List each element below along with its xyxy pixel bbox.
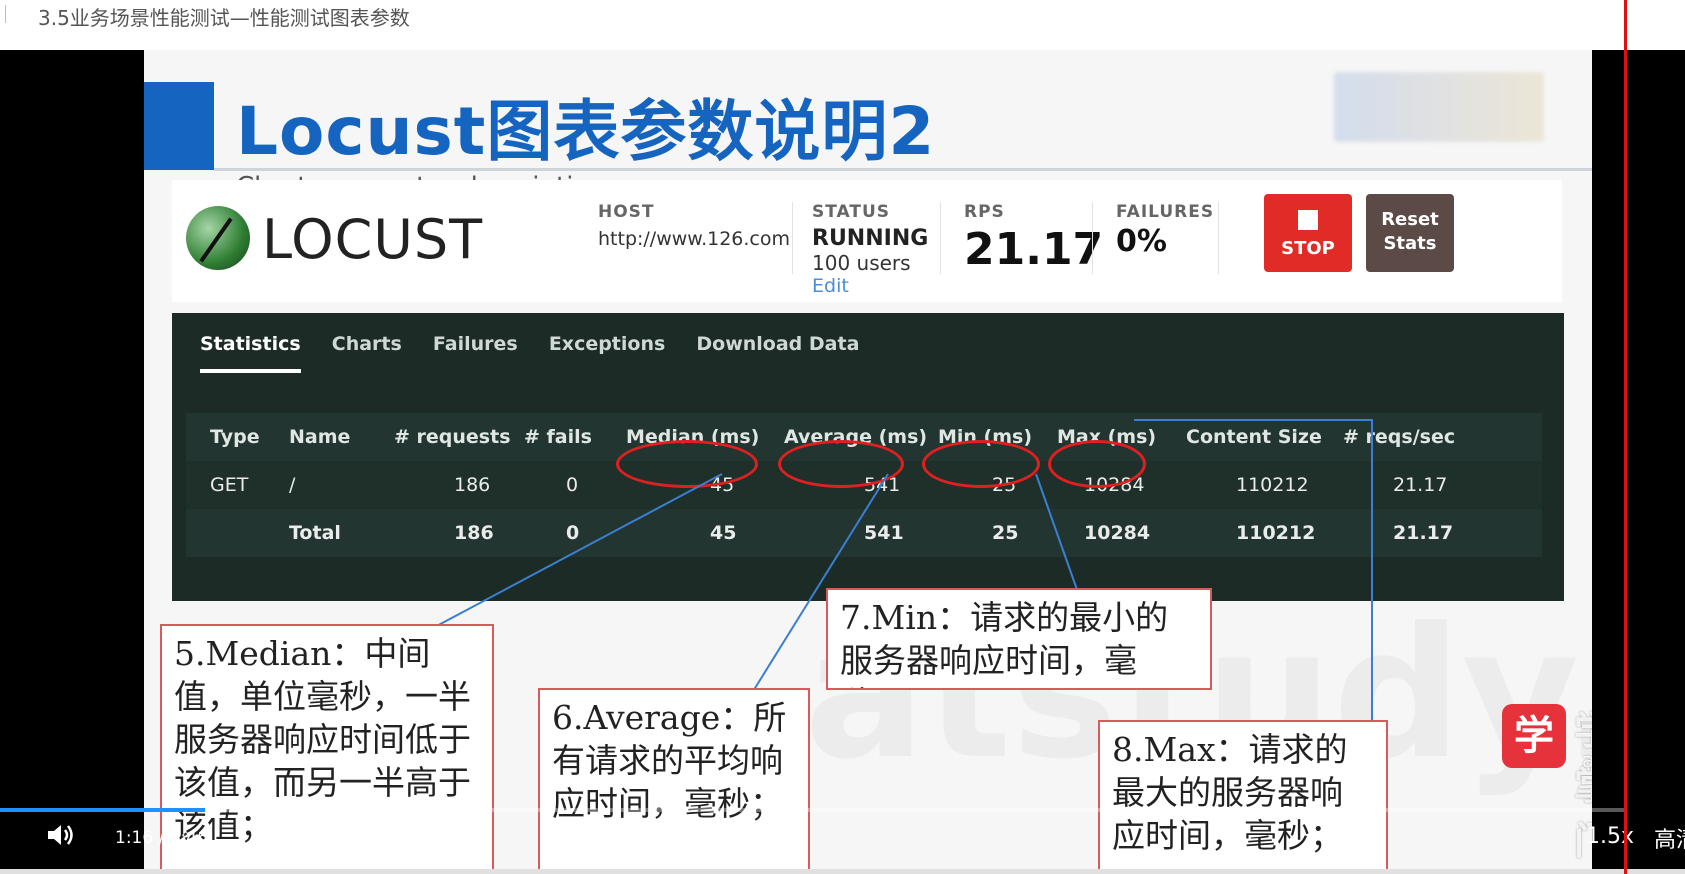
col-content-size[interactable]: Content Size bbox=[1186, 426, 1322, 448]
cell-type: GET bbox=[210, 474, 249, 496]
cell-requests: 186 bbox=[454, 474, 491, 496]
cell-min: 25 bbox=[992, 522, 1019, 544]
stat-divider bbox=[940, 202, 941, 274]
tab-statistics[interactable]: Statistics bbox=[200, 333, 301, 373]
min-note: 7.Min：请求的最小的服务器响应时间，毫秒； bbox=[826, 588, 1212, 690]
lesson-title: 3.5业务场景性能测试—性能测试图表参数 bbox=[38, 6, 410, 30]
col-requests[interactable]: # requests bbox=[394, 426, 511, 448]
bottom-strip bbox=[0, 869, 1685, 874]
failures-value: 0% bbox=[1116, 224, 1167, 259]
stat-divider bbox=[792, 202, 793, 274]
stats-label: Stats bbox=[1383, 233, 1437, 254]
host-label: HOST bbox=[598, 202, 655, 222]
volume-icon[interactable] bbox=[46, 822, 76, 848]
average-highlight-ring bbox=[778, 440, 904, 488]
red-divider-line bbox=[1624, 0, 1627, 874]
course-title-bar: 3.5业务场景性能测试—性能测试图表参数 bbox=[0, 0, 1685, 50]
failures-stat: FAILURES 0% bbox=[1116, 202, 1214, 259]
reset-stats-button[interactable]: Reset Stats bbox=[1366, 194, 1454, 272]
quality-selector[interactable]: 高清 bbox=[1654, 822, 1685, 854]
median-note: 5.Median：中间值，单位毫秒，一半服务器响应时间低于该值，而另一半高于该值… bbox=[160, 624, 494, 874]
median-highlight-ring bbox=[616, 440, 758, 488]
tab-failures[interactable]: Failures bbox=[433, 333, 518, 365]
cell-reqs-sec: 21.17 bbox=[1393, 474, 1448, 496]
stop-button[interactable]: STOP bbox=[1264, 194, 1352, 272]
cell-requests: 186 bbox=[454, 522, 494, 544]
tab-bar: Statistics Charts Failures Exceptions Do… bbox=[200, 333, 885, 373]
cell-median: 45 bbox=[710, 522, 737, 544]
cell-max: 10284 bbox=[1084, 522, 1151, 544]
stop-label: STOP bbox=[1281, 238, 1335, 259]
max-highlight-ring bbox=[1048, 440, 1146, 488]
max-note: 8.Max：请求的最大的服务器响应时间，毫秒； bbox=[1098, 720, 1388, 874]
progress-bar[interactable] bbox=[0, 802, 1624, 818]
status-stat: STATUS RUNNING 100 users Edit bbox=[812, 202, 928, 297]
title-divider bbox=[5, 5, 6, 23]
tab-exceptions[interactable]: Exceptions bbox=[549, 333, 665, 365]
cell-name: / bbox=[289, 474, 296, 496]
edit-link[interactable]: Edit bbox=[812, 275, 928, 297]
rps-stat: RPS 21.17 bbox=[964, 202, 1103, 275]
progress-thumb[interactable] bbox=[204, 802, 221, 818]
rps-value: 21.17 bbox=[964, 224, 1104, 275]
col-name[interactable]: Name bbox=[289, 426, 350, 448]
cell-content-size: 110212 bbox=[1236, 522, 1316, 544]
cell-name: Total bbox=[289, 522, 341, 544]
time-display: 1:16 / 9:46 bbox=[115, 828, 208, 848]
host-stat: HOST http://www.126.com bbox=[598, 202, 790, 250]
progress-fill bbox=[0, 808, 213, 812]
col-fails[interactable]: # fails bbox=[524, 426, 592, 448]
col-reqs-sec[interactable]: # reqs/sec bbox=[1343, 426, 1455, 448]
status-value: RUNNING bbox=[812, 226, 929, 251]
locust-logo-icon bbox=[186, 206, 250, 270]
cell-fails: 0 bbox=[566, 474, 579, 496]
stat-divider bbox=[1218, 202, 1219, 274]
status-label: STATUS bbox=[812, 202, 891, 222]
blurred-logo bbox=[1334, 72, 1544, 142]
video-frame-slide: atstudy.com Locust图表参数说明2 Chart paramete… bbox=[144, 50, 1592, 874]
slide-headline: Locust图表参数说明2 bbox=[236, 93, 936, 170]
cell-content-size: 110212 bbox=[1236, 474, 1309, 496]
table-total-row: Total 186 0 45 541 25 10284 110212 21.17 bbox=[186, 509, 1542, 557]
col-type[interactable]: Type bbox=[210, 426, 260, 448]
failures-label: FAILURES bbox=[1116, 202, 1215, 222]
host-value: http://www.126.com bbox=[598, 228, 791, 250]
users-count: 100 users bbox=[812, 251, 911, 275]
slide-divider bbox=[214, 168, 1592, 171]
average-note: 6.Average：所有请求的平均响应时间，毫秒； bbox=[538, 688, 810, 874]
cell-fails: 0 bbox=[566, 522, 580, 544]
video-player[interactable]: atstudy.com Locust图表参数说明2 Chart paramete… bbox=[0, 50, 1685, 874]
locust-wordmark: LOCUST bbox=[262, 208, 484, 271]
reset-label: Reset bbox=[1381, 209, 1439, 230]
rps-label: RPS bbox=[964, 202, 1005, 222]
slide-accent-box bbox=[144, 82, 214, 170]
cell-reqs-sec: 21.17 bbox=[1393, 522, 1454, 544]
locust-header: LOCUST HOST http://www.126.com STATUS RU… bbox=[172, 180, 1562, 302]
brand-url: atstudy.com bbox=[1582, 748, 1592, 772]
stat-divider bbox=[1092, 202, 1093, 274]
brand-logo-icon: 学 bbox=[1502, 704, 1566, 768]
tab-charts[interactable]: Charts bbox=[332, 333, 402, 365]
cell-average: 541 bbox=[864, 522, 904, 544]
tab-download-data[interactable]: Download Data bbox=[696, 333, 859, 365]
min-highlight-ring bbox=[922, 440, 1040, 488]
stop-square-icon bbox=[1298, 210, 1318, 230]
statistics-panel: Statistics Charts Failures Exceptions Do… bbox=[172, 313, 1564, 601]
